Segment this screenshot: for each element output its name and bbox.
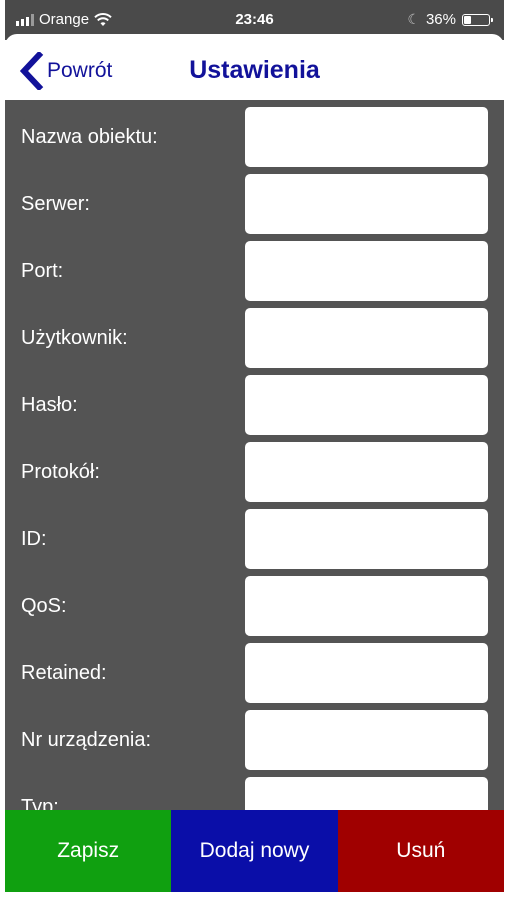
form-row-user: Użytkownik:: [5, 308, 504, 368]
navigation-bar: Powrót Ustawienia: [5, 34, 504, 100]
port-input[interactable]: [245, 241, 488, 301]
battery-percent: 36%: [425, 11, 456, 28]
field-label: Typ:: [21, 796, 59, 810]
id-input[interactable]: [245, 509, 488, 569]
type-input[interactable]: [245, 777, 488, 810]
delete-button[interactable]: Usuń: [337, 810, 504, 892]
status-right: ☾ 36%: [407, 11, 493, 28]
add-new-button[interactable]: Dodaj nowy: [171, 810, 338, 892]
field-label: QoS:: [21, 595, 67, 617]
page-title: Ustawienia: [189, 56, 320, 84]
settings-form: Nazwa obiektu: Serwer: Port: Użytkownik:…: [5, 100, 504, 810]
action-bar: Zapisz Dodaj nowy Usuń: [5, 810, 504, 892]
user-input[interactable]: [245, 308, 488, 368]
qos-input[interactable]: [245, 576, 488, 636]
form-row-device-number: Nr urządzenia:: [5, 710, 504, 770]
field-label: Retained:: [21, 662, 107, 684]
field-label: ID:: [21, 528, 47, 550]
form-row-qos: QoS:: [5, 576, 504, 636]
form-row-password: Hasło:: [5, 375, 504, 435]
field-label: Serwer:: [21, 193, 90, 215]
field-label: Protokół:: [21, 461, 100, 483]
field-label: Użytkownik:: [21, 327, 128, 349]
retained-input[interactable]: [245, 643, 488, 703]
protocol-input[interactable]: [245, 442, 488, 502]
field-label: Port:: [21, 260, 64, 282]
form-row-port: Port:: [5, 241, 504, 301]
server-input[interactable]: [245, 174, 488, 234]
form-row-server: Serwer:: [5, 174, 504, 234]
form-row-id: ID:: [5, 509, 504, 569]
device-number-input[interactable]: [245, 710, 488, 770]
form-row-object-name: Nazwa obiektu:: [5, 107, 504, 167]
field-label: Nazwa obiektu:: [21, 126, 158, 148]
form-row-protocol: Protokół:: [5, 442, 504, 502]
form-row-retained: Retained:: [5, 643, 504, 703]
password-input[interactable]: [245, 375, 488, 435]
object-name-input[interactable]: [245, 107, 488, 167]
phone-screen: Orange 23:46 ☾ 36% Powrót Ustawienia Naz…: [5, 0, 504, 900]
battery-icon: [462, 13, 493, 26]
form-row-type: Typ:: [5, 777, 504, 810]
field-label: Hasło:: [21, 394, 78, 416]
field-label: Nr urządzenia:: [21, 729, 152, 751]
save-button[interactable]: Zapisz: [5, 810, 172, 892]
moon-icon: ☾: [407, 11, 420, 27]
